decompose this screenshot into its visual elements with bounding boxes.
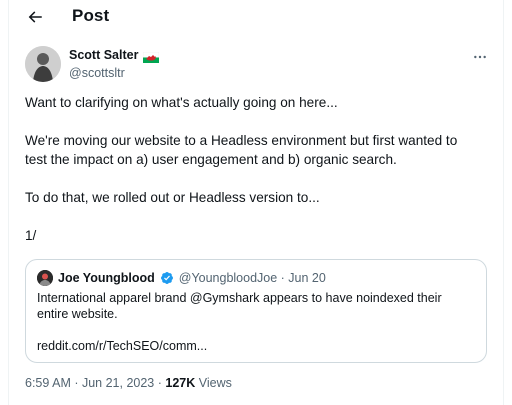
quoted-text-line: International apparel brand @Gymshark ap… (37, 291, 442, 305)
tweet-meta: 6:59 AM · Jun 21, 2023 · 127K Views (25, 376, 232, 390)
tweet-text: Want to clarifying on what's actually go… (25, 93, 495, 245)
back-button[interactable] (22, 4, 48, 30)
column-border-left (8, 0, 9, 405)
more-options-button[interactable] (467, 46, 493, 68)
tweet-paragraph: test the impact on a) user engagement an… (25, 152, 397, 167)
column-border-right (503, 0, 504, 405)
tweet-paragraph: Want to clarifying on what's actually go… (25, 95, 338, 110)
author-handle[interactable]: @scottsltr (69, 66, 125, 80)
tweet-paragraph: 1/ (25, 228, 37, 243)
views-label: Views (195, 376, 232, 390)
tweet-author: Scott Salter @scottsltr (25, 46, 495, 86)
quoted-tweet-header: Joe Youngblood @YoungbloodJoe · Jun 20 (37, 270, 326, 286)
tweet-paragraph: To do that, we rolled out or Headless ve… (25, 190, 320, 205)
author-display-name[interactable]: Scott Salter (69, 48, 138, 62)
page-title: Post (72, 6, 110, 25)
page-header: Post (8, 0, 503, 36)
quoted-avatar[interactable] (37, 270, 53, 286)
quoted-display-name: Joe Youngblood (58, 271, 155, 285)
author-name-row: Scott Salter (69, 48, 160, 63)
quoted-text-line: entire website. (37, 307, 118, 321)
quoted-tweet-text: International apparel brand @Gymshark ap… (37, 290, 477, 322)
tweet-timestamp[interactable]: 6:59 AM · Jun 21, 2023 · (25, 376, 165, 390)
quoted-link[interactable]: reddit.com/r/TechSEO/comm... (37, 339, 207, 353)
quoted-tweet-card[interactable]: Joe Youngblood @YoungbloodJoe · Jun 20 I… (25, 259, 487, 363)
avatar[interactable] (25, 46, 61, 82)
views-count: 127K (165, 376, 196, 390)
quoted-handle-date: @YoungbloodJoe · Jun 20 (178, 271, 326, 285)
tweet-paragraph: We're moving our website to a Headless e… (25, 133, 458, 148)
arrow-left-icon (28, 11, 42, 23)
verified-badge-icon (160, 271, 174, 285)
wales-flag-icon (143, 50, 160, 63)
more-horizontal-icon (474, 55, 486, 59)
